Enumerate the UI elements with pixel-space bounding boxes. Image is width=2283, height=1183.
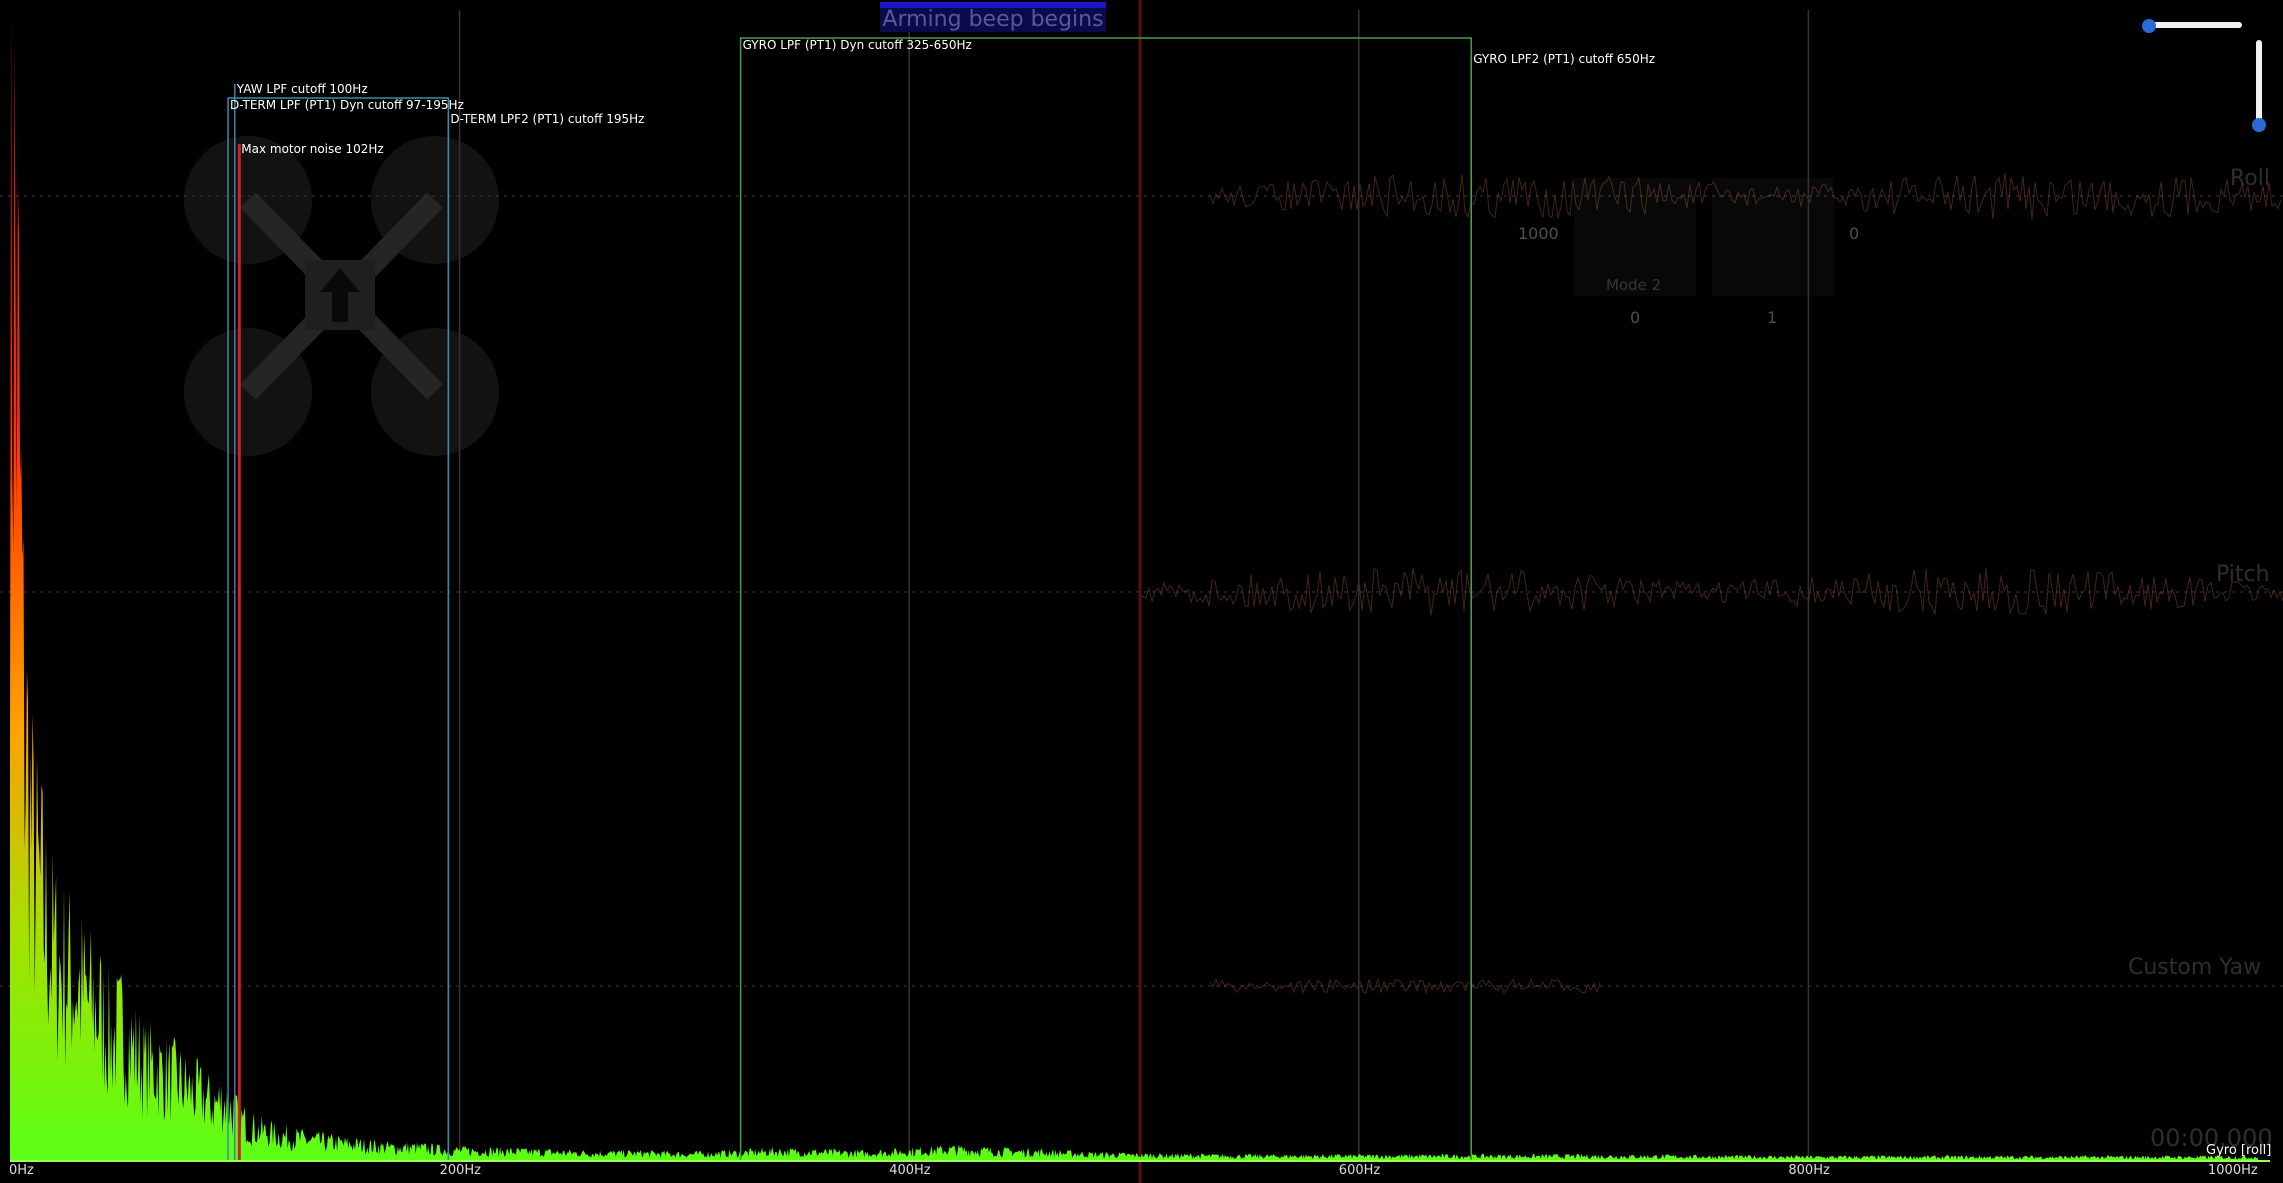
- filter-marker-range: [739, 37, 1472, 1162]
- filter-marker-range: [227, 97, 450, 1162]
- x-tick-label: 600Hz: [1338, 1163, 1381, 1178]
- filter-marker-label: GYRO LPF2 (PT1) cutoff 650Hz: [1473, 52, 1656, 66]
- filter-marker-label: D-TERM LPF2 (PT1) cutoff 195Hz: [450, 112, 645, 126]
- spectrum-analyser-view: Roll Pitch Custom Yaw 1000 0 0 1 Mode 2 …: [0, 0, 2283, 1183]
- x-tick-label: 800Hz: [1788, 1163, 1830, 1178]
- spectrum-series: [10, 12, 2258, 1161]
- x-tick-label: 1000Hz: [2208, 1163, 2258, 1178]
- series-label: Gyro [roll]: [2206, 1143, 2272, 1158]
- spectrum-chart: [10, 10, 2270, 1162]
- filter-marker-label: D-TERM LPF (PT1) Dyn cutoff 97-195Hz: [230, 98, 464, 112]
- x-tick-label: 400Hz: [889, 1163, 931, 1178]
- vertical-slider[interactable]: [2252, 40, 2266, 132]
- x-tick-label: 200Hz: [439, 1163, 482, 1178]
- zoom-slider-knob[interactable]: [2142, 19, 2156, 33]
- vertical-slider-knob[interactable]: [2252, 118, 2266, 132]
- zoom-slider[interactable]: [2142, 19, 2242, 33]
- event-flag-arming-beep[interactable]: Arming beep begins: [880, 2, 1106, 32]
- filter-marker-label: GYRO LPF (PT1) Dyn cutoff 325-650Hz: [742, 38, 972, 52]
- x-tick-label: 0Hz: [9, 1163, 34, 1178]
- filter-marker-label: YAW LPF cutoff 100Hz: [236, 82, 368, 96]
- filter-marker-label: Max motor noise 102Hz: [241, 142, 384, 156]
